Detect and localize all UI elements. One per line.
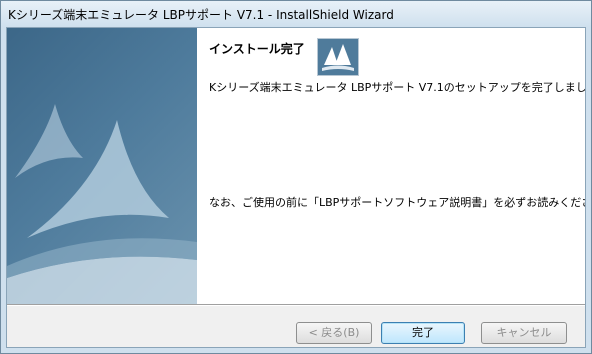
wizard-client-area: インストール完了 Kシリーズ端末エミュレータ LBPサポート V7.1のセットア…	[6, 27, 586, 348]
completion-message: Kシリーズ端末エミュレータ LBPサポート V7.1のセットアップを完了しました…	[209, 81, 586, 94]
installer-window: Kシリーズ端末エミュレータ LBPサポート V7.1 - InstallShie…	[0, 0, 592, 354]
back-button[interactable]: < 戻る(B)	[296, 322, 372, 344]
cancel-button[interactable]: キャンセル	[481, 322, 567, 344]
window-title: Kシリーズ端末エミュレータ LBPサポート V7.1 - InstallShie…	[8, 8, 394, 22]
manual-notice-message: なお、ご使用の前に「LBPサポートソフトウェア説明書」を必ずお読みください。	[209, 196, 586, 209]
installshield-logo-icon	[317, 38, 359, 76]
page-title: インストール完了	[209, 42, 305, 56]
wizard-banner	[7, 28, 197, 304]
title-bar[interactable]: Kシリーズ端末エミュレータ LBPサポート V7.1 - InstallShie…	[1, 1, 591, 27]
button-divider	[7, 304, 585, 306]
wizard-content: インストール完了 Kシリーズ端末エミュレータ LBPサポート V7.1のセットア…	[197, 28, 585, 304]
finish-button[interactable]: 完了	[381, 322, 465, 344]
sail-tent-graphic-icon	[7, 104, 197, 304]
